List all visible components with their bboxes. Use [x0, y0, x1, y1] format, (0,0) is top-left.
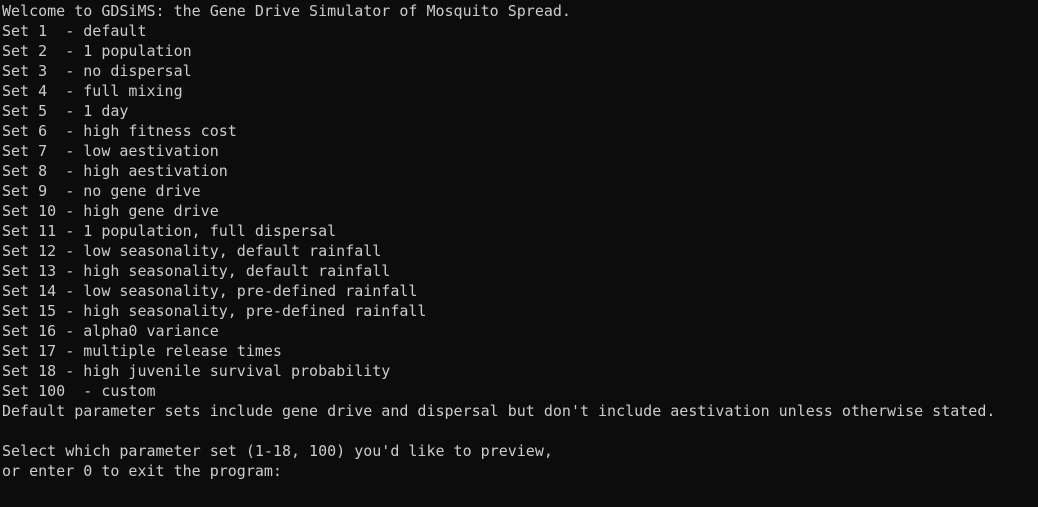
default-parameter-note: Default parameter sets include gene driv… [2, 402, 996, 420]
option-set-3: Set 3 - no dispersal [2, 62, 192, 80]
command-input[interactable] [282, 461, 291, 479]
option-set-8: Set 8 - high aestivation [2, 162, 228, 180]
select-instruction: Select which parameter set (1-18, 100) y… [2, 442, 553, 460]
option-set-6: Set 6 - high fitness cost [2, 122, 237, 140]
option-set-2: Set 2 - 1 population [2, 42, 192, 60]
option-set-10: Set 10 - high gene drive [2, 202, 219, 220]
console-window[interactable]: Welcome to GDSiMS: the Gene Drive Simula… [0, 0, 1038, 507]
option-set-12: Set 12 - low seasonality, default rainfa… [2, 242, 382, 260]
welcome-line: Welcome to GDSiMS: the Gene Drive Simula… [2, 2, 571, 20]
option-set-17: Set 17 - multiple release times [2, 342, 282, 360]
option-set-16: Set 16 - alpha0 variance [2, 322, 219, 340]
option-set-13: Set 13 - high seasonality, default rainf… [2, 262, 391, 280]
option-set-7: Set 7 - low aestivation [2, 142, 219, 160]
option-set-18: Set 18 - high juvenile survival probabil… [2, 362, 391, 380]
option-set-14: Set 14 - low seasonality, pre-defined ra… [2, 282, 418, 300]
input-prompt-row: or enter 0 to exit the program: [2, 461, 1038, 481]
option-set-4: Set 4 - full mixing [2, 82, 183, 100]
exit-prompt: or enter 0 to exit the program: [2, 462, 282, 480]
option-set-9: Set 9 - no gene drive [2, 182, 201, 200]
option-set-5: Set 5 - 1 day [2, 102, 129, 120]
option-set-1: Set 1 - default [2, 22, 147, 40]
option-set-11: Set 11 - 1 population, full dispersal [2, 222, 337, 240]
option-set-100: Set 100 - custom [2, 382, 156, 400]
option-set-15: Set 15 - high seasonality, pre-defined r… [2, 302, 427, 320]
